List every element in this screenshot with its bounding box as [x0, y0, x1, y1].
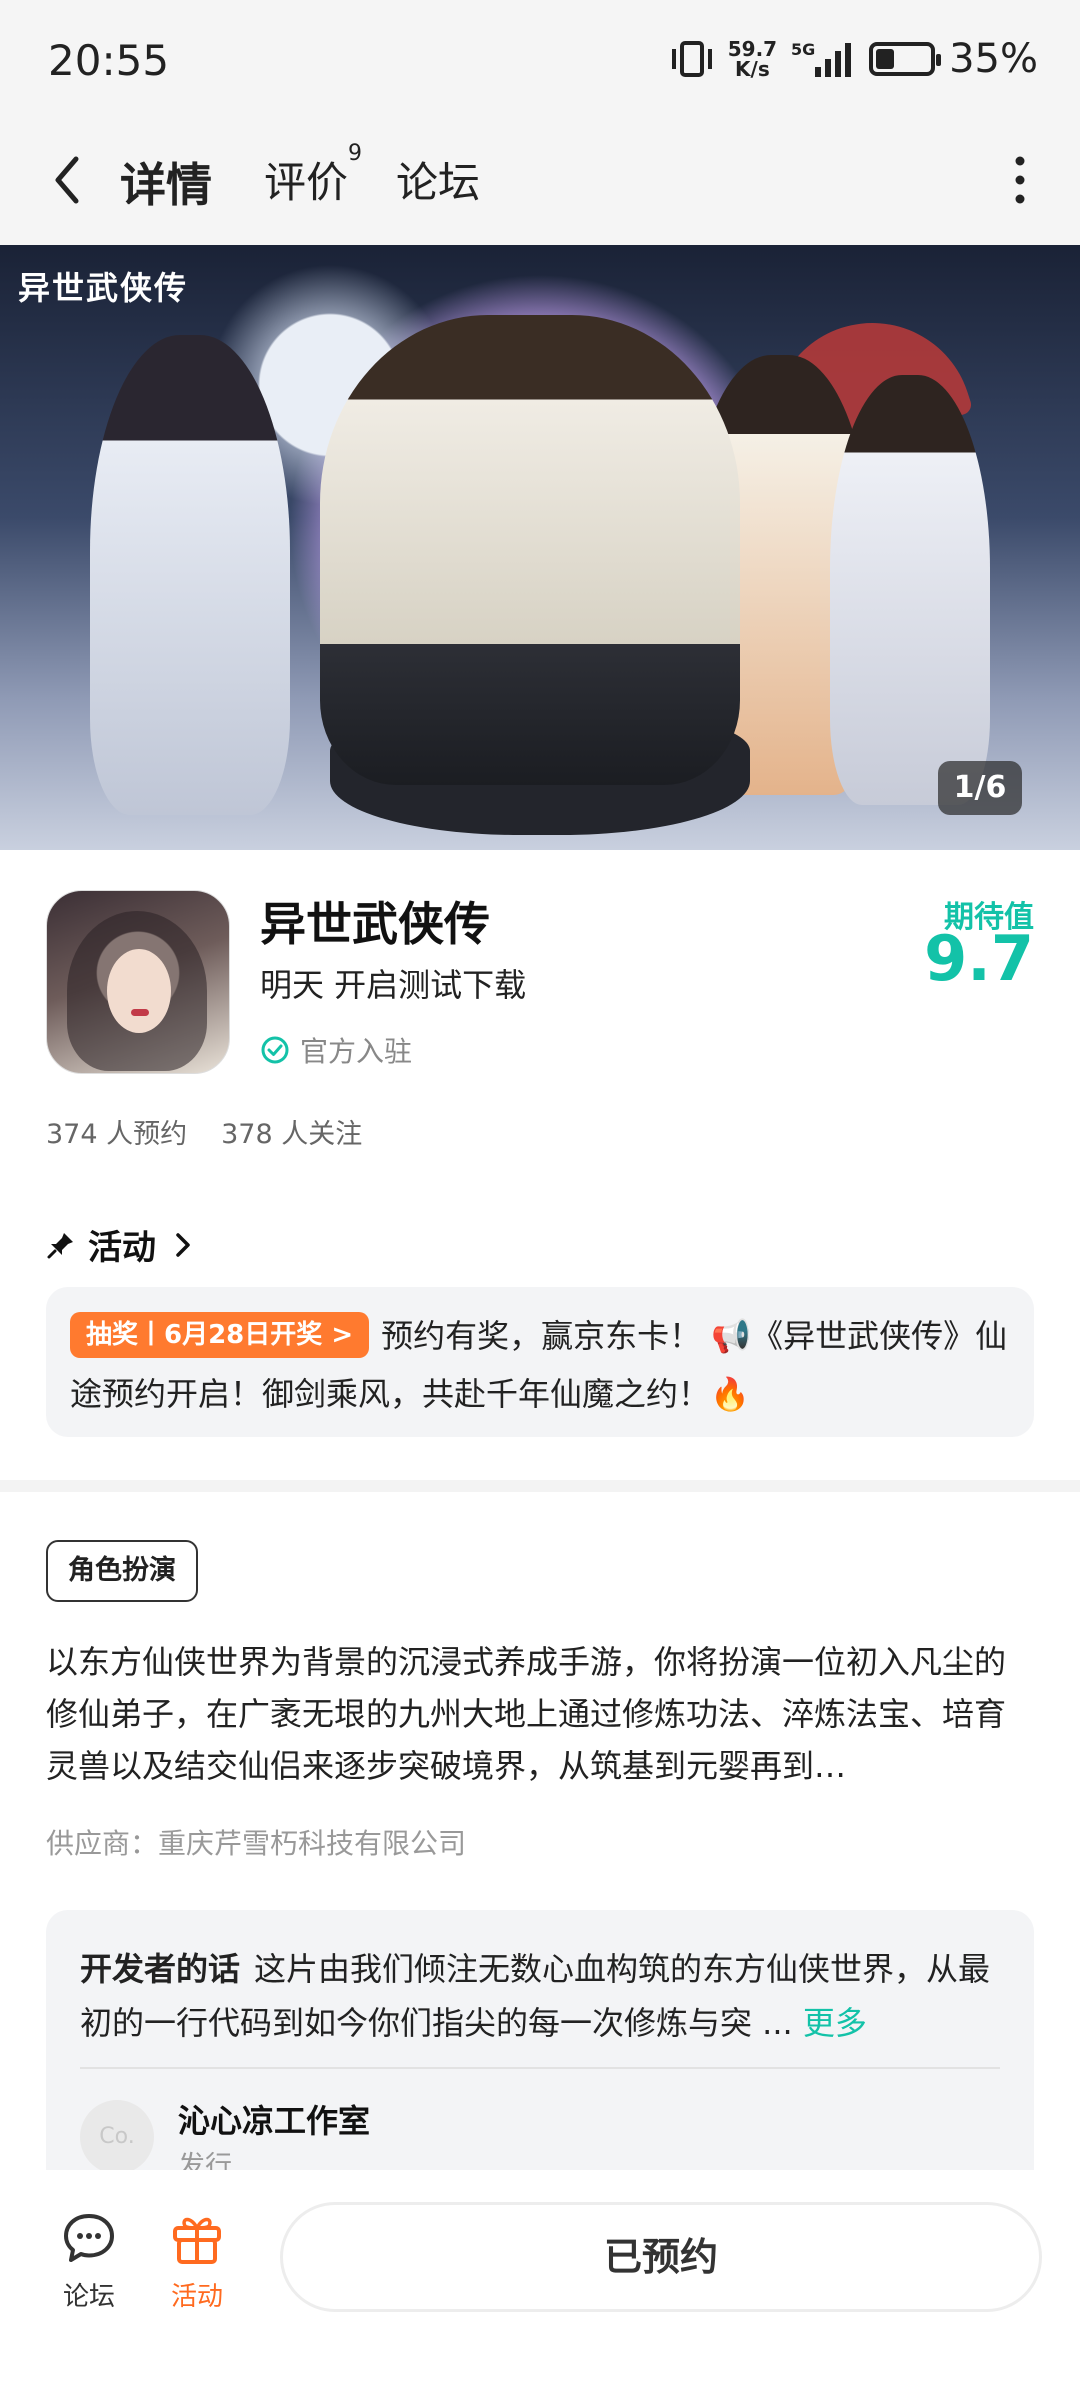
- more-link[interactable]: 更多: [803, 2004, 867, 2042]
- back-arrow-icon[interactable]: [46, 147, 90, 213]
- status-icons: 59.7 K/s 5G 35%: [670, 36, 1038, 82]
- banner-logo: 异世武侠传: [18, 269, 189, 307]
- activity-card[interactable]: 抽奖丨6月28日开奖 > 预约有奖，赢京东卡！ 📢《异世武侠传》仙途预约开启！御剑…: [46, 1287, 1034, 1437]
- tab-reviews-label: 评价: [264, 158, 349, 207]
- expectation-score: 9.7: [924, 922, 1034, 995]
- studio-name[interactable]: 沁心凉工作室: [178, 2096, 370, 2142]
- banner-character-1: [90, 335, 290, 815]
- app-icon: [46, 890, 230, 1074]
- top-nav: 详情 评价 9 论坛: [0, 125, 1080, 245]
- official-badge: 官方入驻: [260, 1030, 412, 1070]
- forum-button[interactable]: 论坛: [44, 2208, 134, 2313]
- chevron-right-icon: [176, 1232, 190, 1257]
- studio-role: 发行: [178, 2151, 232, 2170]
- supplier-info: 供应商：重庆芹雪朽科技有限公司: [46, 1827, 467, 1860]
- banner-character-4: [830, 375, 990, 805]
- signal-icon: 5G: [791, 40, 852, 77]
- lottery-badge[interactable]: 抽奖丨6月28日开奖 >: [70, 1312, 370, 1358]
- battery-icon: [869, 42, 942, 76]
- bottom-action-bar: 论坛 活动 已预约: [0, 2172, 1080, 2382]
- activity-section-header[interactable]: 活动: [46, 1220, 198, 1269]
- banner-character-2: [320, 315, 740, 785]
- status-time: 20:55: [48, 36, 170, 85]
- status-bar: 20:55 59.7 K/s 5G 35%: [0, 0, 1080, 125]
- pin-icon: [47, 1232, 73, 1258]
- battery-fill: [876, 49, 895, 69]
- verified-check-icon: [261, 1036, 289, 1064]
- tab-forum[interactable]: 论坛: [396, 149, 480, 210]
- developer-divider: [80, 2067, 1000, 2069]
- battery-percent: 35%: [949, 36, 1038, 82]
- tab-details-label: 详情: [120, 158, 212, 212]
- activity-label: 活动: [170, 2282, 223, 2312]
- genre-tag[interactable]: 角色扮演: [46, 1540, 198, 1602]
- follower-count: 378 人关注: [221, 1119, 363, 1150]
- app-stats: 374 人预约 378 人关注: [46, 1112, 362, 1151]
- net-speed-unit: K/s: [735, 57, 770, 81]
- app-release-status: 明天 开启测试下载: [260, 966, 527, 1004]
- more-options-icon[interactable]: [1014, 155, 1026, 205]
- official-label: 官方入驻: [300, 1035, 413, 1068]
- carousel-page-indicator: 1/6: [938, 761, 1022, 815]
- activity-button[interactable]: 活动: [152, 2208, 242, 2313]
- developer-message: 开发者的话 这片由我们倾注无数心血构筑的东方仙侠世界，从最初的一行代码到如今你们指…: [80, 1942, 1000, 2050]
- network-type-label: 5G: [791, 40, 815, 59]
- section-divider: [0, 1480, 1080, 1492]
- vibrate-icon: [671, 41, 712, 77]
- review-count-badge: 9: [348, 141, 363, 166]
- studio-avatar[interactable]: Co.: [80, 2100, 154, 2170]
- tab-details[interactable]: 详情: [120, 149, 212, 215]
- game-description[interactable]: 以东方仙侠世界为背景的沉浸式养成手游，你将扮演一位初入凡尘的修仙弟子，在广袤无垠…: [46, 1636, 1034, 1792]
- network-speed: 59.7 K/s: [728, 39, 777, 79]
- forum-label: 论坛: [62, 2282, 115, 2312]
- reservation-count: 374 人预约: [46, 1119, 188, 1150]
- tab-reviews[interactable]: 评价 9: [264, 141, 362, 210]
- net-speed-value: 59.7: [727, 37, 778, 61]
- tab-forum-label: 论坛: [396, 158, 481, 207]
- forum-chat-icon: [64, 2214, 114, 2262]
- app-title: 异世武侠传: [260, 897, 490, 951]
- developer-card[interactable]: 开发者的话 这片由我们倾注无数心血构筑的东方仙侠世界，从最初的一行代码到如今你们指…: [46, 1910, 1034, 2170]
- activity-header-label: 活动: [88, 1228, 156, 1268]
- developer-message-title: 开发者的话: [80, 1950, 241, 1988]
- gift-icon: [173, 2217, 221, 2264]
- reserved-button[interactable]: 已预约: [280, 2202, 1042, 2312]
- screenshot-carousel[interactable]: 异世武侠传 1/6: [0, 245, 1080, 850]
